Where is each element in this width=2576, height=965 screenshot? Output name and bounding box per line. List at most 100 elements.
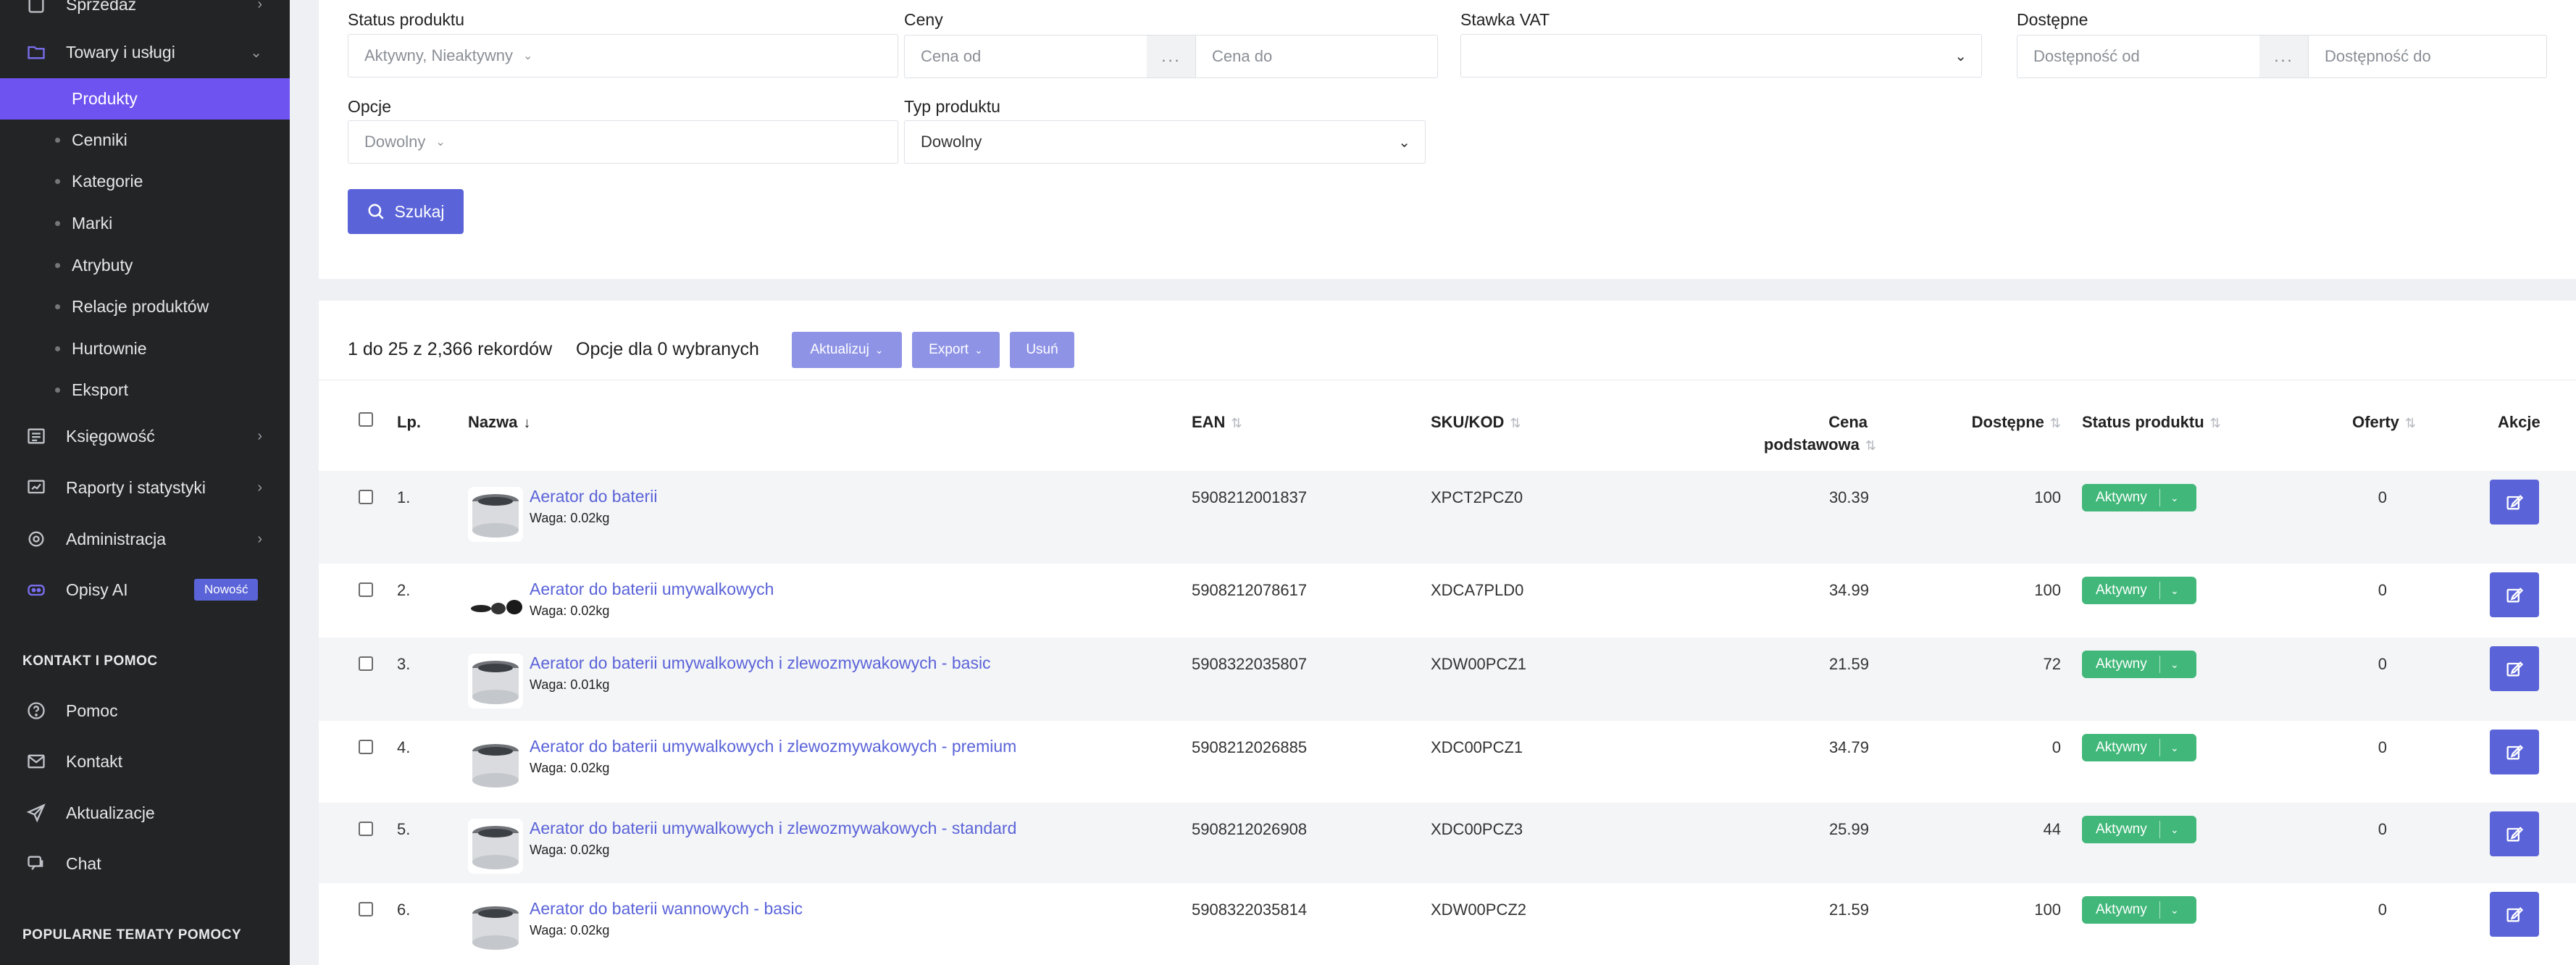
robot-icon	[26, 580, 46, 600]
chevron-down-icon: ⌄	[435, 136, 446, 149]
chevron-down-icon: ⌄	[2170, 658, 2179, 670]
product-weight: Waga: 0.02kg	[530, 603, 610, 618]
section-heading-popularne: POPULARNE TEMATY POMOCY	[22, 927, 242, 943]
row-checkbox[interactable]	[359, 490, 373, 504]
header-sku[interactable]: SKU/KOD ⇅	[1431, 413, 1521, 432]
sidebar-item-aktualizacje[interactable]: Aktualizacje	[0, 793, 290, 833]
mail-icon	[26, 751, 46, 772]
status-badge: Aktywny	[2096, 902, 2147, 917]
edit-button[interactable]	[2490, 480, 2539, 525]
edit-icon	[2506, 495, 2524, 510]
status-dropdown[interactable]: Aktywny ⌄	[2082, 484, 2196, 511]
product-sku: XPCT2PCZ0	[1431, 488, 1523, 506]
status-dropdown[interactable]: Aktywny ⌄	[2082, 577, 2196, 604]
product-sku: XDW00PCZ2	[1431, 901, 1527, 919]
sidebar-subitem-atrybuty[interactable]: Atrybuty	[0, 245, 290, 286]
status-badge: Aktywny	[2096, 656, 2147, 672]
status-dropdown[interactable]: Aktywny ⌄	[2082, 896, 2196, 924]
search-button[interactable]: Szukaj	[348, 189, 464, 234]
product-name-link[interactable]: Aerator do baterii umywalkowych	[530, 580, 774, 599]
row-number: 6.	[397, 901, 411, 919]
edit-button[interactable]	[2490, 572, 2539, 617]
product-price: 30.39	[1828, 488, 1869, 506]
sidebar-item-chat[interactable]: Chat	[0, 843, 290, 884]
sidebar-subitem-eksport[interactable]: Eksport	[0, 369, 290, 411]
status-dropdown[interactable]: Aktywny ⌄	[2082, 651, 2196, 678]
vat-select[interactable]: ⌄	[1460, 34, 1982, 78]
edit-button[interactable]	[2490, 892, 2539, 937]
sidebar-subitem-hurtownie[interactable]: Hurtownie	[0, 328, 290, 369]
sidebar-subitem-produkty[interactable]: Produkty	[0, 78, 290, 120]
records-count: 1 do 25 z 2,366 rekordów	[348, 339, 553, 359]
status-badge: Aktywny	[2096, 740, 2147, 755]
status-badge: Aktywny	[2096, 582, 2147, 598]
chat-icon	[26, 853, 46, 874]
header-oferty[interactable]: Oferty ⇅	[2318, 413, 2416, 432]
arrow-down-icon: ↓	[523, 415, 531, 431]
table-row	[319, 803, 2576, 883]
product-name-link[interactable]: Aerator do baterii	[530, 487, 657, 506]
sidebar-item-sprzedaz[interactable]: Sprzedaż ›	[0, 0, 290, 25]
row-checkbox[interactable]	[359, 582, 373, 597]
product-name-link[interactable]: Aerator do baterii umywalkowych i zlewoz…	[530, 819, 1016, 838]
header-ean[interactable]: EAN ⇅	[1192, 413, 1242, 432]
chevron-down-icon: ⌄	[2170, 823, 2179, 835]
options-select[interactable]: Dowolny ⌄	[348, 120, 898, 164]
product-thumbnail	[468, 487, 523, 542]
export-button[interactable]: Export ⌄	[912, 332, 1000, 368]
status-dropdown[interactable]: Aktywny ⌄	[2082, 816, 2196, 843]
sidebar-item-towary[interactable]: Towary i usługi ⌄	[0, 32, 290, 72]
product-weight: Waga: 0.02kg	[530, 843, 610, 857]
edit-button[interactable]	[2490, 811, 2539, 856]
sidebar-subitem-kategorie[interactable]: Kategorie	[0, 161, 290, 202]
product-weight: Waga: 0.02kg	[530, 511, 610, 525]
edit-icon	[2506, 907, 2524, 922]
stock-to-input[interactable]: Dostępność do	[2308, 35, 2547, 78]
update-button[interactable]: Aktualizuj ⌄	[792, 332, 902, 368]
product-name-link[interactable]: Aerator do baterii wannowych - basic	[530, 899, 803, 919]
sidebar-item-raporty[interactable]: Raporty i statystyki ›	[0, 467, 290, 508]
row-checkbox[interactable]	[359, 656, 373, 671]
gear-icon	[26, 529, 46, 549]
sidebar-item-opisy-ai[interactable]: Opisy AI Nowość	[0, 569, 290, 610]
header-dostepne[interactable]: Dostępne ⇅	[1956, 413, 2061, 432]
header-cena[interactable]: podstawowa ⇅	[1739, 435, 1876, 454]
range-separator: ...	[1147, 35, 1196, 78]
aerator-image	[472, 826, 519, 869]
delete-button[interactable]: Usuń	[1010, 332, 1074, 368]
header-nazwa[interactable]: Nazwa ↓	[468, 413, 530, 432]
sidebar-item-kontakt[interactable]: Kontakt	[0, 741, 290, 782]
sidebar-item-pomoc[interactable]: Pomoc	[0, 690, 290, 731]
sidebar-subitem-cenniki[interactable]: Cenniki	[0, 120, 290, 161]
row-checkbox[interactable]	[359, 822, 373, 836]
price-from-input[interactable]: Cena od	[904, 35, 1147, 78]
product-name-link[interactable]: Aerator do baterii umywalkowych i zlewoz…	[530, 737, 1016, 756]
header-status[interactable]: Status produktu ⇅	[2082, 413, 2221, 432]
range-separator: ...	[2259, 35, 2309, 78]
sidebar-subitem-marki[interactable]: Marki	[0, 203, 290, 244]
status-dropdown[interactable]: Aktywny ⌄	[2082, 734, 2196, 761]
row-checkbox[interactable]	[359, 902, 373, 916]
header-akcje: Akcje	[2498, 413, 2541, 431]
sidebar-item-administracja[interactable]: Administracja ›	[0, 519, 290, 559]
product-weight: Waga: 0.02kg	[530, 761, 610, 775]
edit-button[interactable]	[2490, 730, 2539, 774]
product-stock: 0	[2052, 738, 2061, 756]
product-type-select[interactable]: Dowolny ⌄	[904, 120, 1426, 164]
sidebar-subitem-relacje[interactable]: Relacje produktów	[0, 286, 290, 327]
sidebar-item-ksiegowosc[interactable]: Księgowość ›	[0, 416, 290, 456]
chevron-down-icon: ⌄	[2170, 903, 2179, 916]
sort-icon: ⇅	[2209, 416, 2221, 430]
aerator-image	[472, 661, 519, 704]
chevron-right-icon: ›	[257, 427, 262, 444]
status-select[interactable]: Aktywny, Nieaktywny ⌄	[348, 34, 898, 78]
price-to-input[interactable]: Cena do	[1195, 35, 1438, 78]
select-all-checkbox[interactable]	[359, 412, 373, 427]
product-name-link[interactable]: Aerator do baterii umywalkowych i zlewoz…	[530, 653, 991, 673]
section-heading-kontakt: KONTAKT I POMOC	[22, 653, 158, 669]
chevron-down-icon: ⌄	[874, 343, 884, 356]
edit-button[interactable]	[2490, 646, 2539, 691]
stock-from-input[interactable]: Dostępność od	[2017, 35, 2260, 78]
product-offers: 0	[2378, 901, 2387, 919]
row-checkbox[interactable]	[359, 740, 373, 754]
